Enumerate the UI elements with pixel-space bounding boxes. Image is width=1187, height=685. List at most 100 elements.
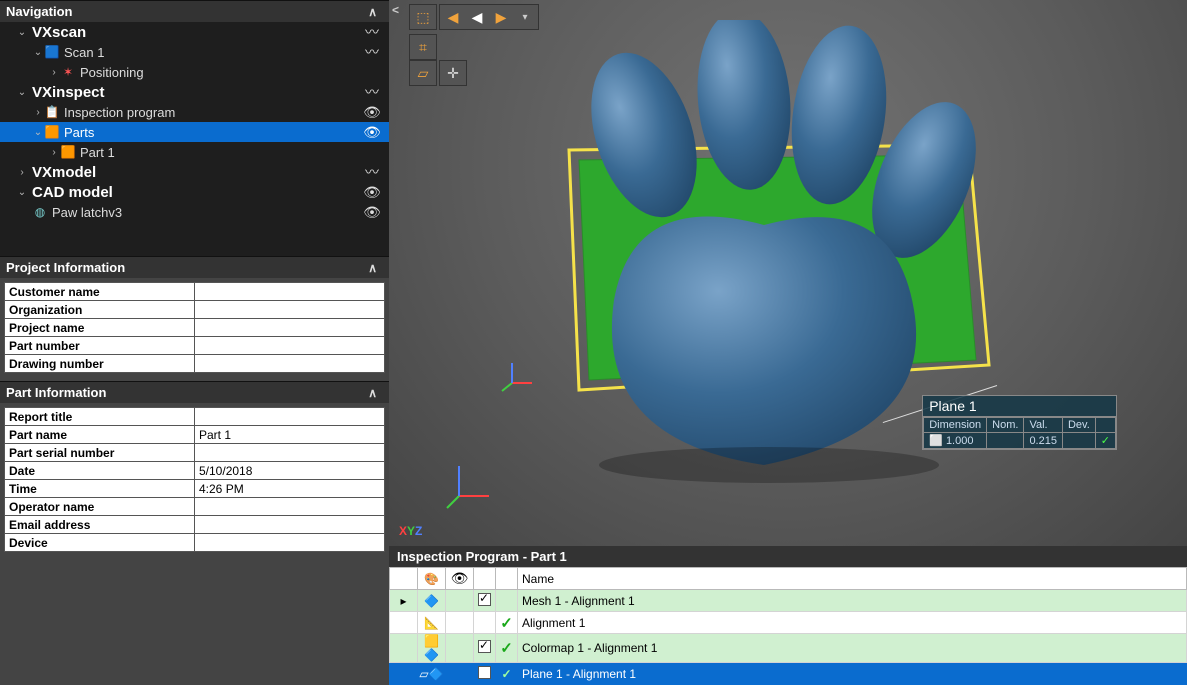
table-row[interactable]: Device — [5, 534, 385, 552]
label: Report title — [5, 408, 195, 426]
mesh-icon[interactable]: ⌗ — [411, 36, 435, 58]
value[interactable] — [195, 516, 385, 534]
navigation-header[interactable]: Navigation ∧ — [0, 0, 389, 22]
table-row[interactable]: Part serial number — [5, 444, 385, 462]
table-row[interactable]: Report title — [5, 408, 385, 426]
expand-icon[interactable]: ⌄ — [16, 187, 28, 198]
orbit-left-icon[interactable]: ◀ — [441, 6, 465, 28]
cell-nom — [987, 433, 1024, 449]
inspection-grid-header[interactable]: Inspection Program - Part 1 — [389, 546, 1187, 567]
part-info-header[interactable]: Part Information ∧ — [0, 381, 389, 403]
grid-col-chk1[interactable] — [474, 568, 496, 590]
value[interactable] — [195, 444, 385, 462]
grid-col-chk2[interactable] — [496, 568, 518, 590]
wave-icon[interactable]: 〰 — [361, 22, 383, 42]
tree-paw[interactable]: ◍ Paw latchv3 👁 — [0, 202, 389, 222]
row-name: Alignment 1 — [518, 612, 1187, 634]
grid-col-expand[interactable] — [390, 568, 418, 590]
local-triad-icon — [497, 358, 537, 398]
table-row[interactable]: Part namePart 1 — [5, 426, 385, 444]
value[interactable] — [195, 301, 385, 319]
x-axis-label: X — [399, 524, 407, 538]
value[interactable]: Part 1 — [195, 426, 385, 444]
checkbox[interactable] — [478, 640, 491, 653]
left-sidebar: Navigation ∧ ⌄ VXscan 〰 ⌄ 🟦 Scan 1 〰 › ✶… — [0, 0, 389, 685]
table-row[interactable]: Customer name — [5, 283, 385, 301]
tree-vxmodel[interactable]: › VXmodel 〰 — [0, 162, 389, 182]
colormap-icon: 🟨 — [424, 634, 439, 648]
table-row[interactable]: Part number — [5, 337, 385, 355]
checkbox[interactable] — [478, 593, 491, 606]
checkbox[interactable] — [478, 666, 491, 679]
table-row[interactable]: Time4:26 PM — [5, 480, 385, 498]
wave-icon[interactable]: 〰 — [361, 82, 383, 102]
tree-cadmodel[interactable]: ⌄ CAD model 👁 — [0, 182, 389, 202]
value[interactable] — [195, 337, 385, 355]
table-row[interactable]: Date5/10/2018 — [5, 462, 385, 480]
grid-col-name[interactable]: Name — [518, 568, 1187, 590]
tree-positioning[interactable]: › ✶ Positioning — [0, 62, 389, 82]
expand-icon[interactable]: › — [32, 107, 44, 118]
tree-parts-label: Parts — [60, 125, 361, 140]
label: Organization — [5, 301, 195, 319]
collapse-icon[interactable]: ∧ — [364, 5, 381, 19]
tree-vxinspect[interactable]: ⌄ VXinspect 〰 — [0, 82, 389, 102]
collapse-icon[interactable]: ∧ — [364, 261, 381, 275]
expand-icon[interactable]: › — [48, 67, 60, 78]
check-icon: ✓ — [500, 615, 513, 632]
z-axis-label: Z — [415, 524, 422, 538]
value[interactable] — [195, 319, 385, 337]
eye-icon[interactable]: 👁 — [361, 204, 383, 221]
plane-icon[interactable]: ▱ — [411, 62, 435, 84]
table-row[interactable]: Operator name — [5, 498, 385, 516]
table-row[interactable]: Organization — [5, 301, 385, 319]
value[interactable] — [195, 355, 385, 373]
collapse-icon[interactable]: ∧ — [364, 386, 381, 400]
eye-icon[interactable]: 👁 — [361, 124, 383, 141]
eye-icon[interactable]: 👁 — [361, 104, 383, 121]
table-row[interactable]: Project name — [5, 319, 385, 337]
select-rect-icon[interactable]: ⬚ — [411, 6, 435, 28]
eye-icon[interactable]: 👁 — [361, 184, 383, 201]
row-expand-icon[interactable]: ▸ — [390, 590, 418, 612]
part-info-table: Report title Part namePart 1 Part serial… — [4, 407, 385, 552]
tree-parts[interactable]: ⌄ 🟧 Parts 👁 — [0, 122, 389, 142]
grid-row[interactable]: 🟨🔷 ✓ Colormap 1 - Alignment 1 — [390, 634, 1187, 663]
tree-part1[interactable]: › 🟧 Part 1 — [0, 142, 389, 162]
expand-icon[interactable]: ⌄ — [16, 87, 28, 98]
grid-col-vis[interactable]: 👁 — [446, 568, 474, 590]
tree-vxscan[interactable]: ⌄ VXscan 〰 — [0, 22, 389, 42]
col-dev: Dev. — [1062, 418, 1095, 433]
value[interactable] — [195, 408, 385, 426]
annotation-plane1[interactable]: Plane 1 Dimension Nom. Val. Dev. ⬜ 1.000… — [922, 395, 1117, 450]
expand-icon[interactable]: ⌄ — [32, 47, 44, 58]
grid-col-type[interactable]: 🎨 — [418, 568, 446, 590]
target-icon[interactable]: ✛ — [441, 62, 465, 84]
value[interactable] — [195, 498, 385, 516]
tree-scan1[interactable]: ⌄ 🟦 Scan 1 〰 — [0, 42, 389, 62]
expand-icon[interactable]: › — [48, 147, 60, 158]
expand-icon[interactable]: ⌄ — [16, 27, 28, 38]
table-row[interactable]: Email address — [5, 516, 385, 534]
col-status — [1095, 418, 1115, 433]
expand-icon[interactable]: ⌄ — [32, 127, 44, 138]
3d-viewport[interactable]: < ⬚ ◀ ◀ ▶ ▾ ⌗ ▱ ✛ — [389, 0, 1187, 546]
navigation-title: Navigation — [6, 4, 72, 19]
grid-row-selected[interactable]: ▱🔷 ✓ Plane 1 - Alignment 1 — [390, 663, 1187, 685]
wave-icon[interactable]: 〰 — [361, 162, 383, 182]
value[interactable] — [195, 283, 385, 301]
value[interactable]: 4:26 PM — [195, 480, 385, 498]
tree-vxmodel-label: VXmodel — [28, 164, 361, 181]
expand-icon[interactable]: › — [16, 167, 28, 178]
project-info-header[interactable]: Project Information ∧ — [0, 256, 389, 278]
table-row[interactable]: Drawing number — [5, 355, 385, 373]
panel-collapse-icon[interactable]: < — [392, 3, 399, 17]
col-nom: Nom. — [987, 418, 1024, 433]
tree-inspprog[interactable]: › 📋 Inspection program 👁 — [0, 102, 389, 122]
value[interactable] — [195, 534, 385, 552]
wave-icon[interactable]: 〰 — [361, 42, 383, 62]
grid-row[interactable]: ▸ 🔷 Mesh 1 - Alignment 1 — [390, 590, 1187, 612]
grid-row[interactable]: 📐 ✓ Alignment 1 — [390, 612, 1187, 634]
grid-header-row: 🎨 👁 Name — [390, 568, 1187, 590]
value[interactable]: 5/10/2018 — [195, 462, 385, 480]
